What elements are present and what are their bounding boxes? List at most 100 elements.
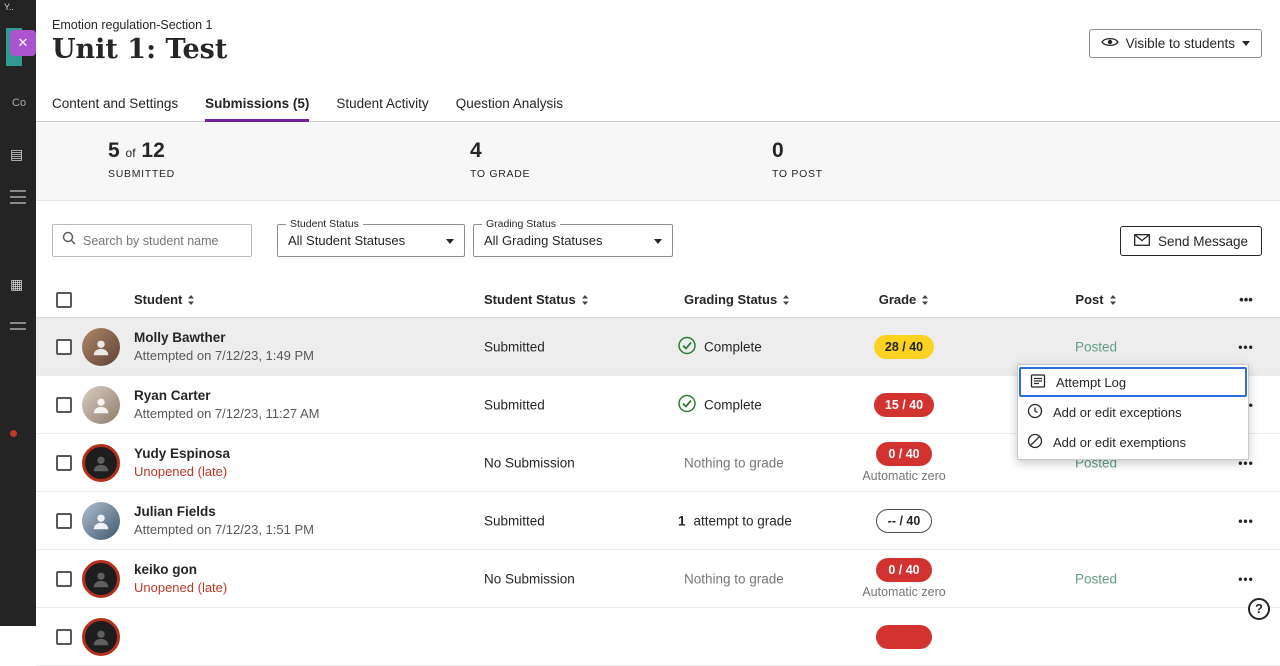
row-overflow-menu-button[interactable]: ••• xyxy=(1224,572,1268,586)
sort-icon xyxy=(1109,294,1117,306)
sort-icon xyxy=(581,294,589,306)
grade-pill[interactable]: 0 / 40 xyxy=(876,442,932,466)
menu-item-exceptions[interactable]: Add or edit exceptions xyxy=(1018,397,1248,427)
row-checkbox[interactable] xyxy=(56,397,72,413)
student-status-cell: Submitted xyxy=(484,339,545,354)
grade-cell xyxy=(836,608,972,665)
menu-lines-icon xyxy=(10,190,26,208)
clock-icon xyxy=(1027,403,1043,422)
menu-item-exemptions[interactable]: Add or edit exemptions xyxy=(1018,427,1248,457)
student-name[interactable]: Yudy Espinosa xyxy=(134,445,230,463)
select-all-checkbox[interactable] xyxy=(56,292,72,308)
student-status-cell: Submitted xyxy=(484,513,545,528)
book-icon: ▤ xyxy=(10,146,23,163)
eye-icon xyxy=(1101,36,1119,51)
grading-status-cell: Complete xyxy=(678,394,762,415)
grading-status-select-label: Grading Status xyxy=(482,218,560,230)
send-message-button[interactable]: Send Message xyxy=(1120,226,1262,256)
column-grade[interactable]: Grade xyxy=(836,292,972,307)
stat-to-grade-label: TO GRADE xyxy=(470,168,530,180)
student-search xyxy=(52,224,252,257)
automatic-zero-note: Automatic zero xyxy=(862,469,945,483)
chevron-down-icon xyxy=(654,239,662,244)
stat-to-post-label: TO POST xyxy=(772,168,823,180)
grade-cell: 0 / 40 Automatic zero xyxy=(836,550,972,607)
tab-student-activity[interactable]: Student Activity xyxy=(336,90,428,122)
row-context-menu: Attempt Log Add or edit exceptions Add o… xyxy=(1017,364,1249,460)
grade-pill[interactable]: -- / 40 xyxy=(876,509,933,533)
student-status-cell: No Submission xyxy=(484,455,575,470)
assessment-panel: Emotion regulation-Section 1 Unit 1: Tes… xyxy=(36,0,1280,626)
automatic-zero-note: Automatic zero xyxy=(862,585,945,599)
close-panel-button[interactable]: ✕ xyxy=(10,30,36,56)
student-status-select-label: Student Status xyxy=(286,218,363,230)
help-button[interactable]: ? xyxy=(1248,598,1270,620)
envelope-icon xyxy=(1134,234,1150,249)
student-status-select[interactable]: Student Status All Student Statuses xyxy=(277,224,465,257)
avatar xyxy=(82,560,120,598)
table-row[interactable]: Julian Fields Attempted on 7/12/23, 1:51… xyxy=(36,492,1280,550)
attempt-subtext: Attempted on 7/12/23, 11:27 AM xyxy=(134,405,320,422)
row-checkbox[interactable] xyxy=(56,513,72,529)
table-row[interactable]: keiko gon Unopened (late) No Submission … xyxy=(36,550,1280,608)
avatar xyxy=(82,618,120,656)
column-post[interactable]: Post xyxy=(1036,292,1156,307)
student-name[interactable]: Ryan Carter xyxy=(134,387,320,405)
tab-submissions[interactable]: Submissions (5) xyxy=(205,90,309,122)
stat-submitted-label: SUBMITTED xyxy=(108,168,175,180)
stat-submitted: 5 of 12 SUBMITTED xyxy=(108,139,175,180)
list-lines-icon xyxy=(10,322,26,334)
chevron-down-icon xyxy=(446,239,454,244)
grading-status-cell: 1 attempt to grade xyxy=(678,513,792,528)
column-student-status[interactable]: Student Status xyxy=(484,292,589,307)
table-overflow-menu-button[interactable]: ••• xyxy=(1224,292,1268,307)
ban-icon xyxy=(1027,433,1043,452)
tab-content-and-settings[interactable]: Content and Settings xyxy=(52,90,178,122)
stat-to-post: 0 TO POST xyxy=(772,139,823,180)
attempt-subtext: Attempted on 7/12/23, 1:51 PM xyxy=(134,521,314,538)
grading-status-cell: Complete xyxy=(678,336,762,357)
student-name[interactable]: Molly Bawther xyxy=(134,329,314,347)
visibility-label: Visible to students xyxy=(1126,36,1235,51)
grade-cell: 28 / 40 xyxy=(836,318,972,375)
row-checkbox[interactable] xyxy=(56,455,72,471)
sort-icon xyxy=(782,294,790,306)
menu-item-attempt-log[interactable]: Attempt Log xyxy=(1019,367,1247,397)
row-checkbox[interactable] xyxy=(56,629,72,645)
grade-cell: -- / 40 xyxy=(836,492,972,549)
chevron-down-icon xyxy=(1242,41,1250,46)
attempt-subtext: Attempted on 7/12/23, 1:49 PM xyxy=(134,347,314,364)
avatar xyxy=(82,444,120,482)
student-name[interactable]: Julian Fields xyxy=(134,503,314,521)
stat-to-grade: 4 TO GRADE xyxy=(470,139,530,180)
grid-icon: ▦ xyxy=(10,276,23,293)
row-overflow-menu-button[interactable]: ••• xyxy=(1224,340,1268,354)
stats-band: 5 of 12 SUBMITTED 4 TO GRADE 0 TO POST xyxy=(36,123,1280,201)
student-name[interactable]: keiko gon xyxy=(134,561,227,579)
page-title: Unit 1: Test xyxy=(52,34,227,65)
attempt-log-icon xyxy=(1030,373,1046,392)
sidebar-text-fragment: Y.. xyxy=(4,2,14,12)
grading-status-cell: Nothing to grade xyxy=(684,455,784,470)
avatar xyxy=(82,502,120,540)
visibility-dropdown-button[interactable]: Visible to students xyxy=(1089,29,1262,58)
table-row-partial[interactable] xyxy=(36,608,1280,666)
tab-bar: Content and Settings Submissions (5) Stu… xyxy=(36,90,1280,122)
breadcrumb[interactable]: Emotion regulation-Section 1 xyxy=(52,18,213,32)
column-student[interactable]: Student xyxy=(134,292,195,307)
avatar xyxy=(82,386,120,424)
column-grading-status[interactable]: Grading Status xyxy=(684,292,790,307)
grade-pill[interactable]: 0 / 40 xyxy=(876,558,932,582)
post-status: Posted xyxy=(1036,571,1156,586)
row-checkbox[interactable] xyxy=(56,339,72,355)
grade-pill[interactable]: 28 / 40 xyxy=(874,335,934,359)
tab-question-analysis[interactable]: Question Analysis xyxy=(456,90,563,122)
grading-status-select[interactable]: Grading Status All Grading Statuses xyxy=(473,224,673,257)
grade-pill[interactable] xyxy=(876,625,932,649)
avatar xyxy=(82,328,120,366)
row-checkbox[interactable] xyxy=(56,571,72,587)
search-input[interactable] xyxy=(83,234,244,248)
grade-pill[interactable]: 15 / 40 xyxy=(874,393,934,417)
complete-check-icon xyxy=(678,336,696,357)
row-overflow-menu-button[interactable]: ••• xyxy=(1224,514,1268,528)
